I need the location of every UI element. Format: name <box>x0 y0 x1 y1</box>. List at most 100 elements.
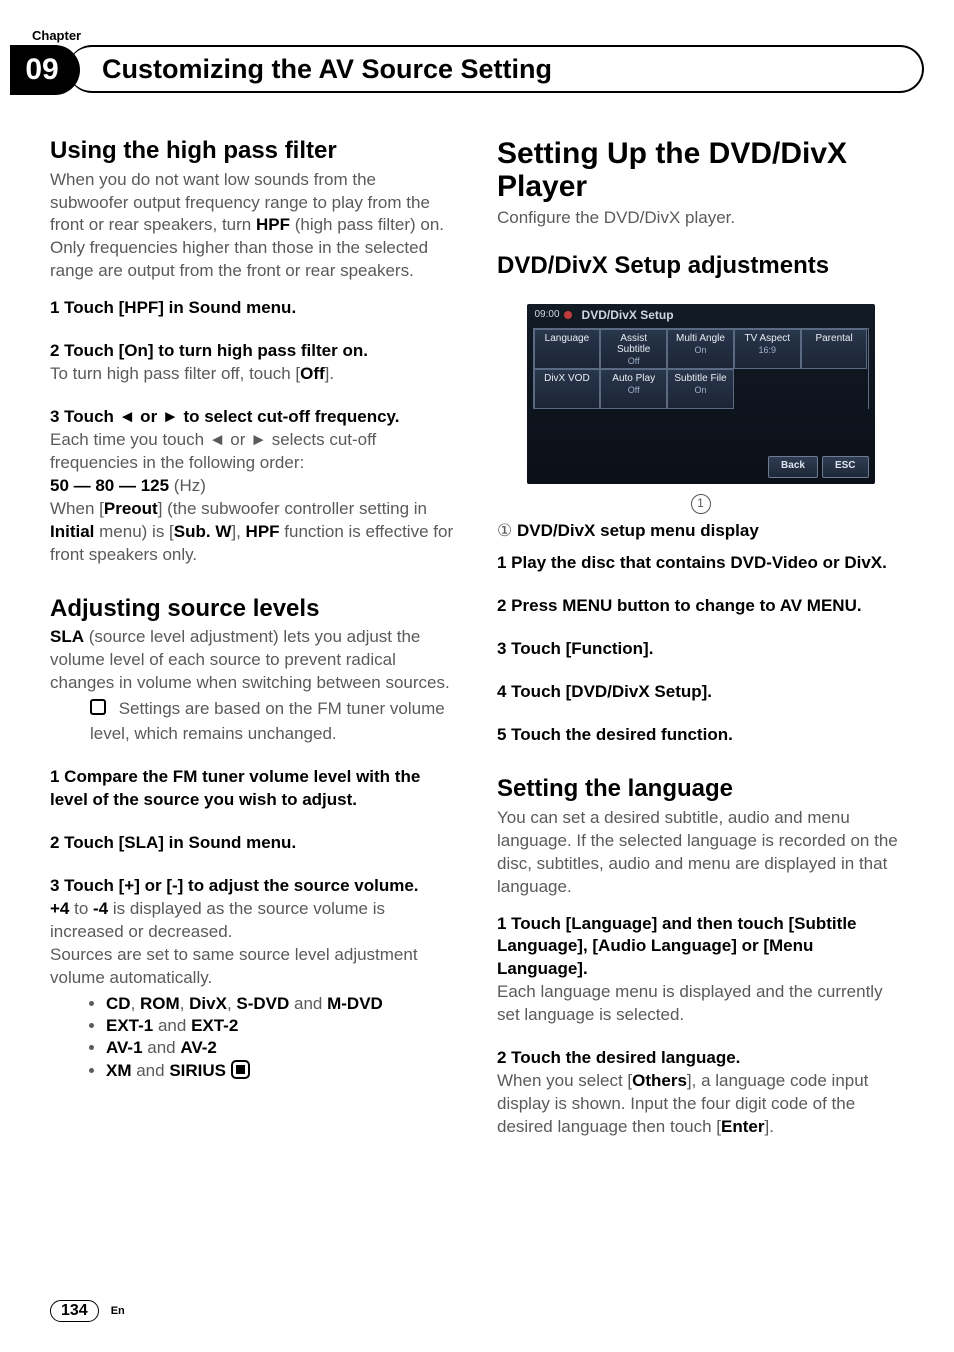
text: M-DVD <box>327 994 383 1013</box>
hp-step2: 2 Touch [On] to turn high pass filter on… <box>50 340 457 363</box>
tile-label: TV Aspect <box>745 333 791 344</box>
back-button[interactable]: Back <box>768 456 818 478</box>
list-item: CD, ROM, DivX, S-DVD and M-DVD <box>106 994 457 1014</box>
chapter-header: 09 Customizing the AV Source Setting <box>10 45 924 97</box>
text: ]. <box>764 1117 773 1136</box>
others-bold: Others <box>632 1071 687 1090</box>
text: and <box>153 1016 191 1035</box>
tile-sub: Off <box>603 356 664 366</box>
tile-language[interactable]: Language <box>534 329 601 369</box>
text: and <box>132 1061 170 1080</box>
sla-step1: 1 Compare the FM tuner volume level with… <box>50 766 457 812</box>
sla-note: Settings are based on the FM tuner volum… <box>50 697 457 746</box>
callout-num: ① <box>497 521 512 540</box>
text: To turn high pass filter off, touch [ <box>50 364 300 383</box>
hp-step1: 1 Touch [HPF] in Sound menu. <box>50 297 457 320</box>
tile-label: Language <box>545 333 590 344</box>
tile-sub: On <box>670 385 731 395</box>
hp-step2-follow: To turn high pass filter off, touch [Off… <box>50 363 457 386</box>
tile-label: Assist Subtitle <box>617 333 650 355</box>
text: SIRIUS <box>169 1061 226 1080</box>
tile-label: Parental <box>815 333 852 344</box>
text: When you select [ <box>497 1071 632 1090</box>
text: ] (the subwoofer controller setting in <box>158 499 427 518</box>
list-item: XM and SIRIUS <box>106 1060 457 1081</box>
subw-bold: Sub. W <box>174 522 232 541</box>
text: , <box>227 994 236 1013</box>
hpf-bold2: HPF <box>246 522 280 541</box>
text: ], <box>231 522 245 541</box>
text: When [ <box>50 499 104 518</box>
heading-language: Setting the language <box>497 775 904 803</box>
dvd-step1: 1 Play the disc that contains DVD-Video … <box>497 552 904 575</box>
tile-multi-angle[interactable]: Multi AngleOn <box>667 329 734 369</box>
dvd-step5: 5 Touch the desired function. <box>497 724 904 747</box>
source-groups-list: CD, ROM, DivX, S-DVD and M-DVD EXT-1 and… <box>50 994 457 1081</box>
text: ]. <box>325 364 334 383</box>
lang-step1-follow: Each language menu is displayed and the … <box>497 981 904 1027</box>
callout-number-icon: 1 <box>691 494 711 514</box>
hpf-bold: HPF <box>256 215 290 234</box>
screen-time: 09:00 <box>535 309 560 320</box>
record-icon <box>564 311 572 319</box>
right-column: Setting Up the DVD/DivX Player Configure… <box>497 137 904 1139</box>
tile-auto-play[interactable]: Auto PlayOff <box>600 369 667 409</box>
plus4: +4 <box>50 899 69 918</box>
page-number: 134 <box>50 1300 99 1322</box>
text: and <box>289 994 327 1013</box>
screen-title: DVD/DivX Setup <box>582 308 674 322</box>
chapter-title: Customizing the AV Source Setting <box>102 54 552 85</box>
dvd-step2: 2 Press MENU button to change to AV MENU… <box>497 595 904 618</box>
screenshot: 09:00 DVD/DivX Setup Language Assist Sub… <box>521 298 881 514</box>
text: to <box>69 899 93 918</box>
text: ROM <box>140 994 180 1013</box>
footer-language: En <box>111 1305 125 1317</box>
tile-sub: On <box>670 345 731 355</box>
freq-line: 50 — 80 — 125 (Hz) <box>50 475 457 498</box>
tile-divx-vod[interactable]: DivX VOD <box>534 369 601 409</box>
language-intro: You can set a desired subtitle, audio an… <box>497 807 904 899</box>
tile-tv-aspect[interactable]: TV Aspect16:9 <box>734 329 801 369</box>
tile-sub: Off <box>603 385 664 395</box>
lang-step1: 1 Touch [Language] and then touch [Subti… <box>497 913 904 982</box>
text: S-DVD <box>236 994 289 1013</box>
dvd-step4: 4 Touch [DVD/DivX Setup]. <box>497 681 904 704</box>
text: XM <box>106 1061 132 1080</box>
chapter-label: Chapter <box>32 28 904 43</box>
list-item: AV-1 and AV-2 <box>106 1038 457 1058</box>
esc-button[interactable]: ESC <box>822 456 869 478</box>
sla-step2: 2 Touch [SLA] in Sound menu. <box>50 832 457 855</box>
sla-step3-follow: +4 to -4 is displayed as the source volu… <box>50 898 457 944</box>
text: DivX <box>189 994 227 1013</box>
text: menu) is [ <box>94 522 173 541</box>
text: EXT-2 <box>191 1016 238 1035</box>
hp-step3: 3 Touch ◄ or ► to select cut-off frequen… <box>50 406 457 429</box>
heading-sla: Adjusting source levels <box>50 595 457 623</box>
tile-label: Subtitle File <box>674 373 726 384</box>
tile-assist-subtitle[interactable]: Assist SubtitleOff <box>600 329 667 369</box>
sla-bold: SLA <box>50 627 84 646</box>
freq-unit: (Hz) <box>169 476 206 495</box>
sla-intro: SLA (source level adjustment) lets you a… <box>50 626 457 695</box>
dvd-setup-screen: 09:00 DVD/DivX Setup Language Assist Sub… <box>527 304 875 484</box>
tile-label: Multi Angle <box>676 333 725 344</box>
lang-step2: 2 Touch the desired language. <box>497 1047 904 1070</box>
text: , <box>180 994 189 1013</box>
text: and <box>143 1038 181 1057</box>
heading-high-pass: Using the high pass filter <box>50 137 457 165</box>
hp-step3-follow: Each time you touch ◄ or ► selects cut-o… <box>50 429 457 475</box>
dvd-step3: 3 Touch [Function]. <box>497 638 904 661</box>
tile-parental[interactable]: Parental <box>801 329 868 369</box>
note-icon <box>90 699 106 715</box>
text: , <box>131 994 140 1013</box>
tile-label: Auto Play <box>612 373 655 384</box>
heading-dvd-setup: Setting Up the DVD/DivX Player <box>497 137 904 203</box>
tile-subtitle-file[interactable]: Subtitle FileOn <box>667 369 734 409</box>
tile-label: DivX VOD <box>544 373 590 384</box>
freq-values: 50 — 80 — 125 <box>50 476 169 495</box>
sla-step3-follow2: Sources are set to same source level adj… <box>50 944 457 990</box>
text: CD <box>106 994 131 1013</box>
left-column: Using the high pass filter When you do n… <box>50 137 457 1139</box>
dvd-setup-intro: Configure the DVD/DivX player. <box>497 207 904 230</box>
chapter-title-wrap: Customizing the AV Source Setting <box>68 45 924 93</box>
